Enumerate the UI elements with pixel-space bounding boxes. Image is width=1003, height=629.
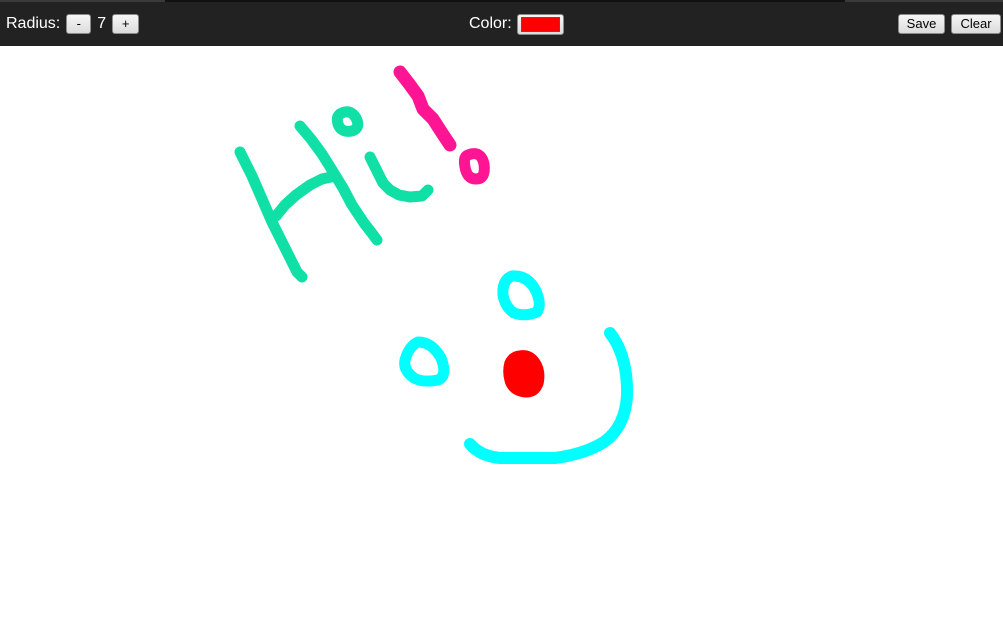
smile-stroke — [464, 327, 634, 464]
hi-i-body-stroke — [364, 151, 434, 203]
color-label: Color: — [469, 15, 512, 32]
nose-dot — [503, 350, 545, 398]
exclamation-dot-stroke — [458, 148, 490, 185]
exclamation-bar-stroke — [393, 65, 457, 152]
radius-decrease-button[interactable]: - — [66, 14, 92, 34]
color-control: Color: — [469, 2, 564, 46]
save-button[interactable]: Save — [898, 14, 945, 34]
toolbar: Radius: - 7 + Color: Save Clear — [0, 0, 1003, 46]
file-actions: Save Clear — [898, 2, 1001, 46]
clear-button[interactable]: Clear — [951, 14, 1001, 34]
left-eye-stroke — [399, 336, 450, 387]
radius-control: Radius: - 7 + — [6, 2, 140, 46]
color-picker-button[interactable] — [516, 13, 564, 35]
radius-label: Radius: — [6, 15, 61, 32]
hi-h-crossbar-stroke — [270, 171, 337, 222]
color-swatch — [520, 16, 560, 32]
drawing-surface — [234, 65, 634, 464]
radius-value: 7 — [97, 15, 107, 32]
drawing-canvas[interactable] — [0, 46, 1003, 629]
right-eye-stroke — [497, 270, 545, 321]
radius-increase-button[interactable]: + — [112, 14, 140, 34]
hi-i-dot-stroke — [331, 106, 364, 137]
